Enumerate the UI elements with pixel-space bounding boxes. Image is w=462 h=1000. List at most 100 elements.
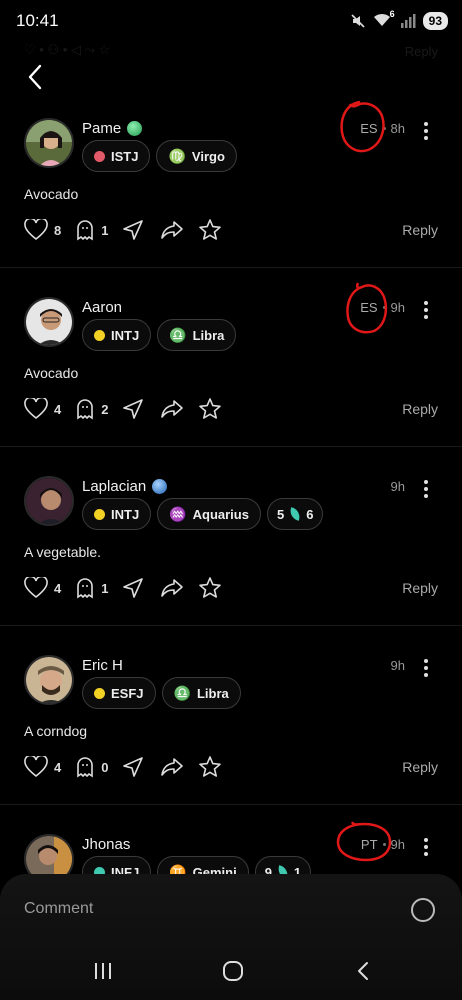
author-name[interactable]: Aaron [82,299,122,316]
language-label: PT [360,837,378,852]
like-button[interactable]: 4 [24,398,61,420]
recents-button[interactable] [92,960,114,987]
signal-icon [400,14,416,28]
avatar[interactable] [24,476,74,526]
recents-icon [95,963,111,979]
mbti-pill[interactable]: ISTJ [82,140,151,172]
comment-item: Laplacian 9h INTJ ♒ Aquarius 56 A vegetab… [0,476,462,626]
comment-actions: 4 1 [24,576,222,600]
share-button[interactable] [160,756,184,778]
ghost-button[interactable]: 0 [75,756,108,778]
send-button[interactable] [122,577,144,599]
comment-meta: ES 9h [360,300,405,315]
timestamp: 9h [390,479,405,494]
system-back-button[interactable] [352,960,374,987]
mbti-pill[interactable]: ESFJ [82,677,156,709]
comment-actions: 8 1 [24,218,222,242]
author-row: Eric H [82,657,123,674]
faded-header-icons: ♡ • ⚇ • ◁ ⤳ ☆ [24,42,111,57]
ghost-button[interactable]: 1 [75,219,108,241]
mbti-label: ISTJ [111,148,139,164]
author-row: Pame [82,120,143,137]
like-button[interactable]: 4 [24,756,61,778]
home-button[interactable] [222,960,244,987]
author-name[interactable]: Laplacian [82,478,146,495]
reply-button[interactable]: Reply [402,580,438,596]
home-icon [223,961,243,981]
mute-icon [351,14,365,28]
like-button[interactable]: 4 [24,577,61,599]
mbti-dot [94,329,105,341]
language-label: ES [360,300,378,315]
like-count: 8 [54,222,62,238]
personality-pills: ESFJ ♎ Libra [82,677,241,709]
enneagram-pill[interactable]: 56 [266,498,324,530]
like-count: 4 [54,759,62,775]
meta-separator [382,306,386,309]
submit-comment-button[interactable] [411,898,435,922]
favorite-button[interactable] [198,576,222,600]
ghost-button[interactable]: 2 [75,398,108,420]
star-icon [199,398,222,419]
share-button[interactable] [160,398,184,420]
comment-text: Avocado [24,186,79,202]
avatar[interactable] [24,297,74,347]
send-button[interactable] [122,219,144,241]
more-options-button[interactable] [420,479,432,499]
author-name[interactable]: Jhonas [82,836,130,853]
zodiac-pill[interactable]: ♍ Virgo [156,140,237,172]
zodiac-pill[interactable]: ♒ Aquarius [157,498,261,530]
more-options-button[interactable] [420,837,432,857]
battery-indicator: 93 [422,12,448,30]
personality-pills: INTJ ♎ Libra [82,319,237,351]
ghost-button[interactable]: 1 [75,577,108,599]
reply-button[interactable]: Reply [402,222,438,238]
send-icon [123,578,144,598]
mbti-pill[interactable]: INTJ [82,498,152,530]
ghost-count: 1 [101,222,109,238]
back-button[interactable] [22,62,52,92]
send-button[interactable] [122,398,144,420]
faded-header: ♡ • ⚇ • ◁ ⤳ ☆ Reply [0,40,462,64]
favorite-button[interactable] [198,218,222,242]
timestamp: 8h [390,121,405,136]
zodiac-pill[interactable]: ♎ Libra [161,677,241,709]
more-options-button[interactable] [420,300,432,320]
more-options-button[interactable] [420,658,432,678]
nav-back-icon [358,962,368,980]
avatar[interactable] [24,118,74,168]
reply-button[interactable]: Reply [402,759,438,775]
author-name[interactable]: Pame [82,120,121,137]
send-button[interactable] [122,756,144,778]
author-row: Jhonas [82,836,130,853]
zodiac-icon: ♎ [173,684,191,701]
reply-button[interactable]: Reply [402,401,438,417]
meta-separator [382,843,386,846]
heart-icon [24,219,48,241]
comment-meta: PT 9h [361,837,405,852]
share-button[interactable] [160,577,184,599]
share-icon [161,758,184,776]
mbti-pill[interactable]: INTJ [82,319,152,351]
zodiac-label: Libra [196,685,229,701]
zodiac-pill[interactable]: ♎ Libra [157,319,237,351]
heart-icon [24,398,48,420]
comment-input[interactable]: Comment [24,900,404,918]
like-button[interactable]: 8 [24,219,61,241]
ghost-count: 2 [101,401,109,417]
ghost-icon [77,578,94,599]
favorite-button[interactable] [198,397,222,421]
author-name[interactable]: Eric H [82,657,123,674]
mbti-label: ESFJ [111,685,144,701]
send-icon [123,220,144,240]
share-button[interactable] [160,219,184,241]
more-options-button[interactable] [420,121,432,141]
mbti-label: INTJ [111,506,140,522]
personality-pills: ISTJ ♍ Virgo [82,140,237,172]
ghost-icon [77,399,94,420]
favorite-button[interactable] [198,755,222,779]
mbti-dot [94,150,105,162]
send-icon [123,399,144,419]
comment-meta: 9h [391,658,405,673]
avatar[interactable] [24,655,74,705]
